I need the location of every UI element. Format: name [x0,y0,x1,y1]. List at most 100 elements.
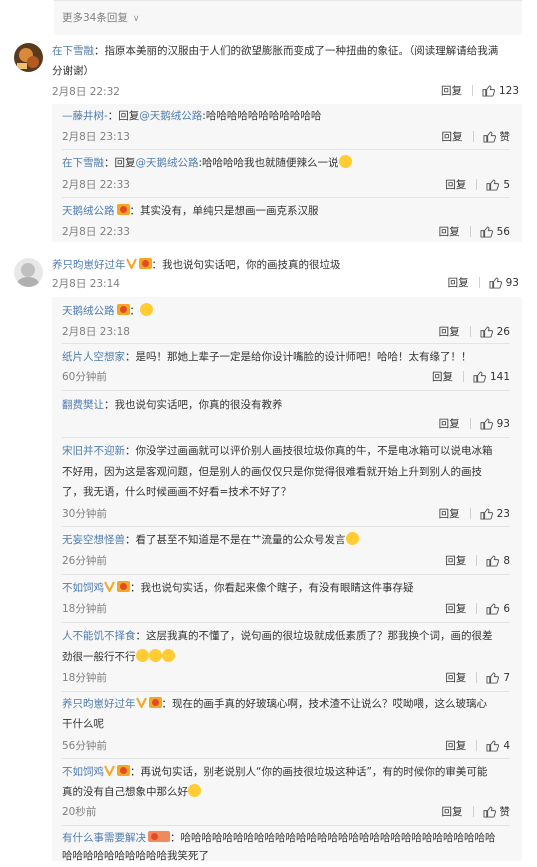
reply-text: ：你没学过画画就可以评价别人画技很垃圾你真的牛，不是电冰箱可以说电冰箱 [125,445,493,457]
reply-button[interactable]: 回复 [445,738,466,753]
reply-button[interactable]: 回复 [442,129,463,144]
reply-user-name[interactable]: 不如饲鸡 [62,582,104,594]
reply-text: ：我也说句实话吧，你真的很没有教养 [104,399,283,411]
divider [469,508,471,519]
reply-button[interactable]: 回复 [445,601,466,616]
reply-text-line2: 不好用，因为这是客观问题，但是别人的画仅仅只是你觉得很难看就开始上升到别人的画技 [62,466,482,478]
reply-user-name[interactable]: 无妄空想怪兽 [62,534,125,546]
thumbs-up-icon [482,84,495,97]
reply-button[interactable]: 回复 [439,506,460,521]
reply-item: 天鹅绒公路 ： 2月8日 23:18 回复 26 [52,297,522,344]
thumbs-up-icon [486,178,500,191]
reply-user-name[interactable]: 天鹅绒公路 [62,205,115,217]
thumbs-up-icon [486,602,500,615]
reply-user-name[interactable]: 养只昀崽好过年 [62,698,136,710]
reply-time: 18分钟前 [62,672,107,684]
divider [469,418,471,429]
reply-button[interactable]: 回复 [445,553,466,568]
emoji-icon [135,649,149,662]
thumbs-up-icon [489,276,502,289]
reply-text-line2: 哈哈哈哈哈哈哈哈哈哈我笑死了 [62,850,209,862]
like-button[interactable]: 8 [486,555,510,567]
reply-user-name[interactable]: 天鹅绒公路 [62,305,115,317]
reply-user-name[interactable]: —藤井树- [62,110,108,122]
like-button[interactable]: 23 [480,508,510,520]
like-count: 7 [503,671,510,684]
comment-body: 在下雪融：指原本美丽的汉服由于人们的欲望膨胀而变成了一种扭曲的象征。（阅读理解请… [52,41,519,61]
thumbs-up-icon [486,739,500,752]
reply-text: ：哈哈哈哈哈哈哈哈哈哈哈哈哈哈哈哈哈哈哈哈哈哈哈哈哈哈哈哈哈哈 [170,832,496,844]
like-count: 8 [503,554,510,567]
reply-user-name[interactable]: 宋旧并不迎新 [62,445,125,457]
reply-button[interactable]: 回复 [439,324,460,339]
reply-text: ：看了甚至不知道是不是在艹流量的公众号发言 [125,534,346,546]
like-button[interactable]: 93 [489,277,519,289]
reply-time: 2月8日 22:33 [62,226,130,238]
thumbs-up-icon [480,325,493,338]
reply-button[interactable]: 回复 [448,275,469,290]
reply-item: 纸片人空想家：是吗！那她上辈子一定是给你设计嘴脸的设计师吧！哈哈！太有缘了！！ … [52,344,522,391]
like-count: 赞 [499,806,511,818]
comment: 在下雪融：指原本美丽的汉服由于人们的欲望膨胀而变成了一种扭曲的象征。（阅读理解请… [0,38,537,242]
like-button[interactable]: 赞 [483,129,511,144]
reply-text: ：这层我真的不懂了，说句画的很垃圾就成低素质了？那我换个词，画的很差 [135,630,493,642]
member-badge-icon [148,831,170,842]
reply-button[interactable]: 回复 [439,224,460,239]
reply-item: 养只昀崽好过年 ：现在的画手真的好玻璃心啊，技术渣不让说么？哎呦喂，这么玻璃心 干… [52,692,522,759]
like-button[interactable]: 赞 [483,804,511,819]
like-count: 5 [503,178,510,191]
reply-user-name[interactable]: 纸片人空想家 [62,351,125,363]
reply-actions: 回复 26 [439,324,510,339]
avatar[interactable] [14,258,43,287]
reply-user-name[interactable]: 人不能饥不择食 [62,630,136,642]
reply-user-name[interactable]: 翻费樊让 [62,399,104,411]
more-replies-link[interactable]: 更多34条回复 ∨ [62,10,139,25]
like-count: 141 [489,370,510,383]
reply-button[interactable]: 回复 [442,804,463,819]
thumbs-up-icon [480,225,493,238]
reply-item: —藤井树-：回复@天鹅绒公路:哈哈哈哈哈哈哈哈哈哈哈 2月8日 23:13 回复… [52,104,522,150]
fan-badge-icon [116,304,130,315]
like-button[interactable]: 123 [482,85,519,97]
reply-button[interactable]: 回复 [445,177,466,192]
like-button[interactable]: 93 [480,418,510,430]
reply-text: ：我也说句实话，你看起来像个瞎子，有没有眼睛这件事存疑 [130,582,414,594]
thumbs-up-icon [483,805,496,818]
reply-button[interactable]: 回复 [439,416,460,431]
reply-user-name[interactable]: 有什么事需要解决 [62,832,146,844]
thumbs-up-icon [480,417,493,430]
like-count: 93 [505,276,519,289]
comment-user-name[interactable]: 养只昀崽好过年 [52,259,126,271]
reply-actions: 回复 6 [445,601,510,616]
mention-link[interactable]: @天鹅绒公路 [139,110,202,122]
reply-text-rest: :哈哈哈哈我也就随便辣么一说 [198,157,339,169]
reply-time: 56分钟前 [62,740,107,752]
divider [476,603,478,614]
emoji-icon [148,649,162,662]
like-button[interactable]: 141 [473,371,510,383]
reply-button[interactable]: 回复 [432,369,453,384]
like-button[interactable]: 5 [486,179,510,191]
avatar[interactable] [14,43,43,72]
like-button[interactable]: 7 [486,672,510,684]
reply-time: 18分钟前 [62,603,107,615]
reply-time: 2月8日 23:13 [62,131,130,143]
reply-button[interactable]: 回复 [441,83,462,98]
reply-actions: 回复 56 [439,224,510,239]
mention-link[interactable]: @天鹅绒公路 [136,157,199,169]
like-count: 123 [498,84,519,97]
like-button[interactable]: 6 [486,603,510,615]
reply-actions: 回复 7 [445,670,510,685]
comment-user-name[interactable]: 在下雪融 [52,45,94,57]
like-button[interactable]: 26 [480,326,510,338]
reply-user-name[interactable]: 不如饲鸡 [62,766,104,778]
reply-user-name[interactable]: 在下雪融 [62,157,104,169]
like-button[interactable]: 56 [480,226,510,238]
reply-button[interactable]: 回复 [445,670,466,685]
cat-emoji-icon [338,155,352,168]
like-button[interactable]: 4 [486,740,510,752]
reply-text: ：现在的画手真的好玻璃心啊，技术渣不让说么？哎呦喂，这么玻璃心 [161,698,488,710]
like-count: 26 [496,325,510,338]
thumbs-up-emoji-icon [140,303,153,316]
like-count: 赞 [499,131,511,143]
